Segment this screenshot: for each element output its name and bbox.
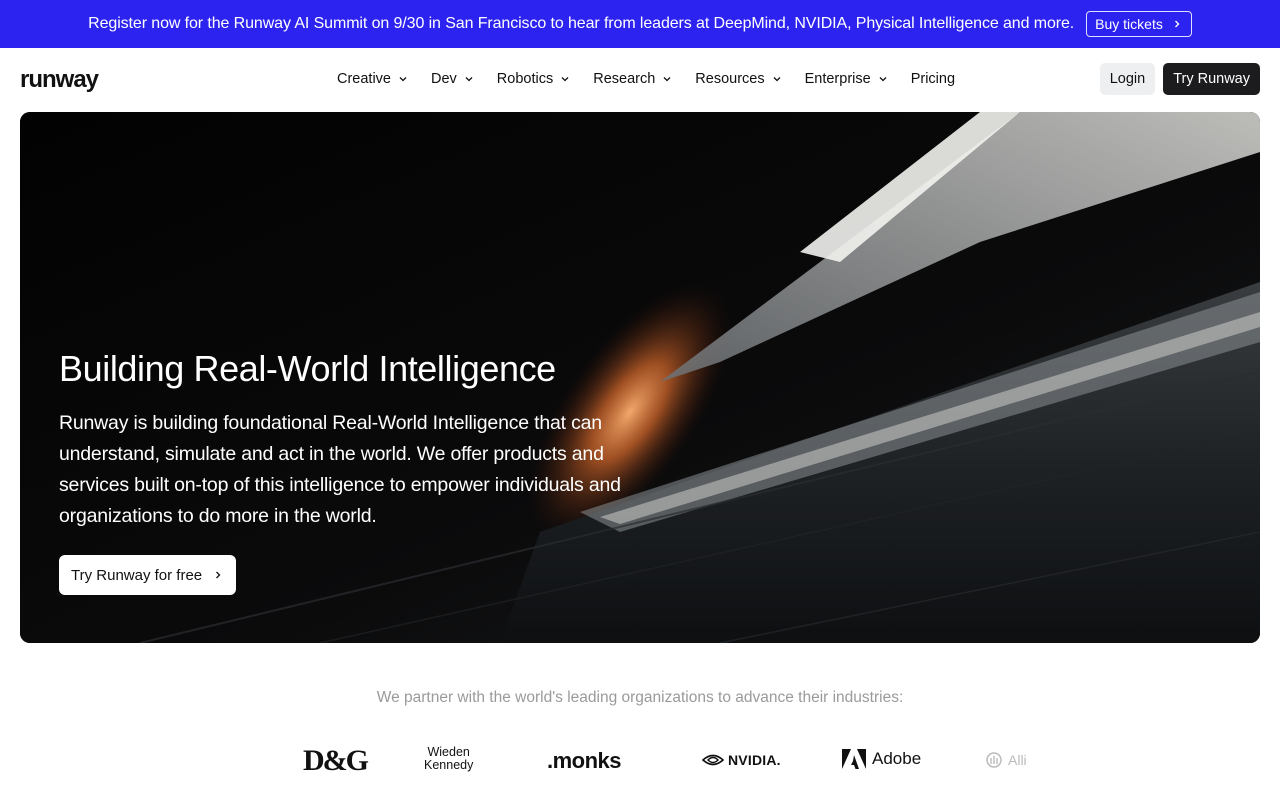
hero-title: Building Real-World Intelligence: [59, 348, 556, 389]
nav-item-resources[interactable]: Resources: [695, 68, 781, 90]
nav-item-label: Resources: [695, 71, 765, 87]
chevron-down-icon: [663, 77, 671, 82]
nav-item-label: Creative: [337, 71, 391, 87]
chevron-down-icon: [879, 77, 887, 82]
nav-item-dev[interactable]: Dev: [431, 68, 474, 90]
login-button[interactable]: Login: [1099, 63, 1156, 95]
announcement-bar: Register now for the Runway AI Summit on…: [0, 0, 1280, 48]
nav-item-label: Research: [593, 71, 656, 87]
hero-cta-label: Try Runway for free: [71, 566, 203, 584]
try-runway-button[interactable]: Try Runway: [1163, 63, 1260, 95]
try-runway-free-button[interactable]: Try Runway for free: [59, 555, 237, 595]
allianz-logo: Alli: [984, 752, 1032, 768]
wieden-kennedy-logo: Wieden Kennedy: [424, 746, 473, 772]
chevron-down-icon: [561, 77, 569, 82]
monks-logo: .monks: [547, 748, 622, 773]
nvidia-eye-icon: [702, 754, 724, 766]
chevron-down-icon: [773, 77, 781, 82]
buy-tickets-button[interactable]: Buy tickets: [1086, 11, 1192, 37]
adobe-logo: Adobe: [842, 749, 921, 769]
header-actions: Login Try Runway: [1099, 63, 1260, 95]
partner-logos: D&G Wieden Kennedy .monks NVIDIA. Adobe …: [0, 740, 1280, 780]
nav-item-robotics[interactable]: Robotics: [497, 68, 570, 90]
chevron-down-icon: [399, 77, 407, 82]
buy-tickets-label: Buy tickets: [1095, 16, 1163, 32]
nav-item-label: Enterprise: [804, 71, 871, 87]
nav-menu: Creative Dev Robotics Research Resources…: [337, 68, 978, 90]
adobe-a-icon: [842, 749, 866, 769]
allianz-wordmark: Alli: [1008, 752, 1027, 768]
nav-item-research[interactable]: Research: [593, 68, 672, 90]
nav-item-label: Robotics: [496, 71, 554, 87]
partners-title: We partner with the world's leading orga…: [376, 689, 904, 706]
hero-description: Runway is building foundational Real-Wor…: [59, 412, 621, 527]
chevron-right-icon: [1174, 20, 1180, 28]
nav-item-enterprise[interactable]: Enterprise: [805, 68, 888, 90]
chevron-down-icon: [465, 77, 473, 82]
adobe-wordmark: Adobe: [872, 749, 922, 768]
nav-item-pricing[interactable]: Pricing: [911, 68, 955, 90]
hero-section: Building Real-World Intelligence Runway …: [20, 112, 1260, 643]
kennedy-line: Kennedy: [424, 758, 474, 772]
main-nav: runway Creative Dev Robotics Research Re…: [0, 48, 1280, 110]
announcement-text: Register now for the Runway AI Summit on…: [88, 15, 1075, 32]
nvidia-wordmark: NVIDIA.: [728, 752, 781, 768]
runway-logo[interactable]: runway: [20, 66, 99, 94]
allianz-eagle-icon: [986, 752, 1002, 768]
chevron-right-icon: [216, 571, 221, 579]
dolce-gabbana-logo: D&G: [303, 744, 369, 777]
nvidia-logo: NVIDIA.: [702, 752, 781, 768]
nav-item-label: Dev: [431, 71, 457, 87]
nav-item-label: Pricing: [910, 71, 956, 87]
nav-item-creative[interactable]: Creative: [337, 68, 408, 90]
